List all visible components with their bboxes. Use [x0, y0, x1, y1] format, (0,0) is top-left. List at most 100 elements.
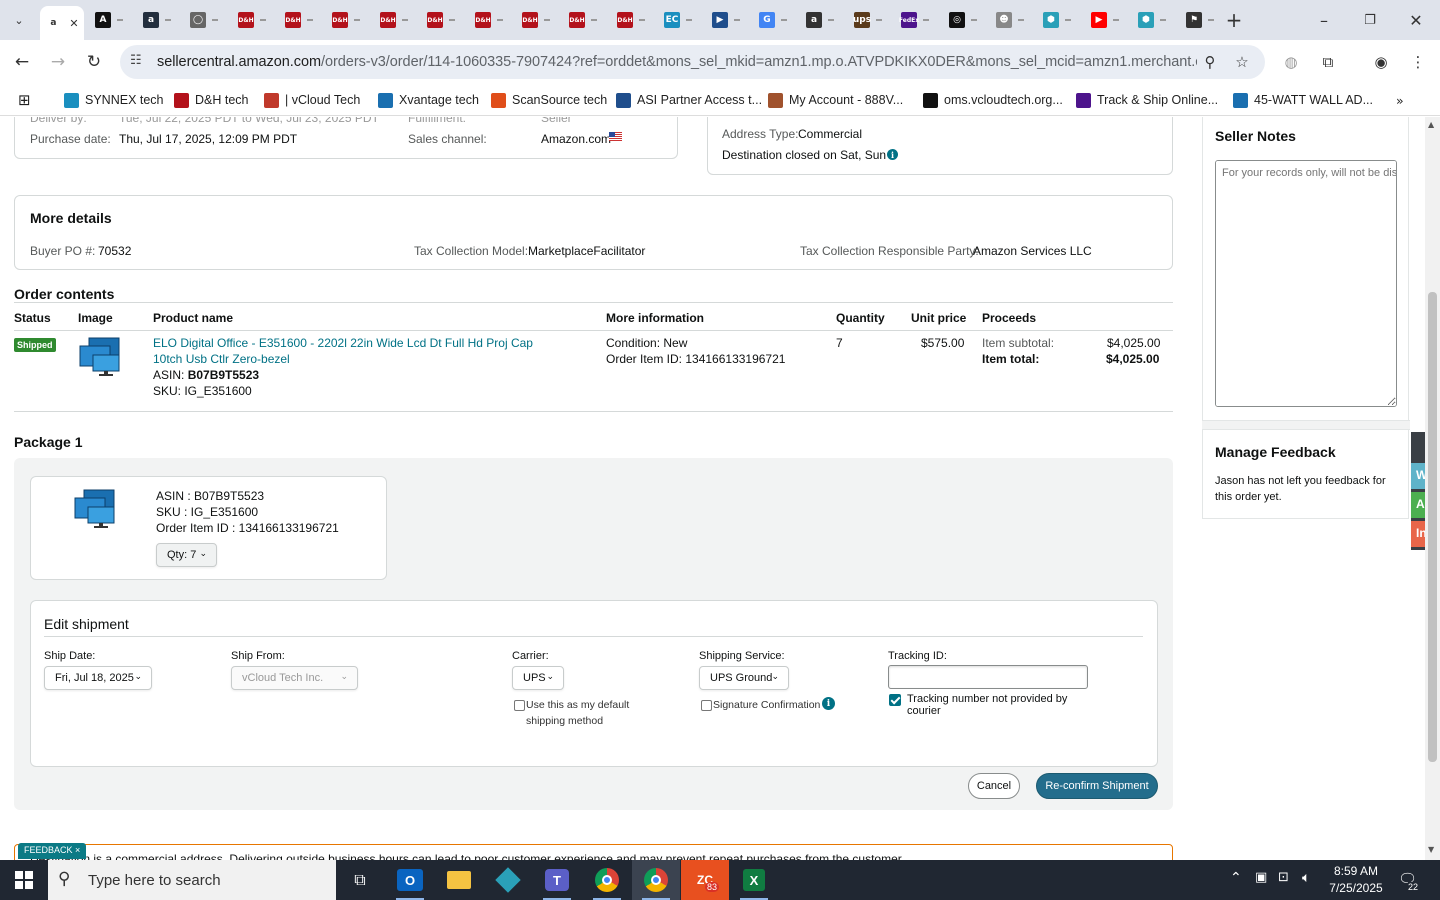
outlook-app[interactable]: O: [386, 860, 434, 900]
destination-closed-dropdown[interactable]: Destination closed on Sat, Sun ▼: [722, 148, 896, 162]
tracking-not-provided-checkbox[interactable]: [889, 694, 901, 706]
apps-grid-icon[interactable]: ⊞: [18, 91, 31, 109]
browser-tab[interactable]: D&H: [467, 6, 511, 34]
chrome-app[interactable]: [583, 860, 631, 900]
browser-tab[interactable]: G: [751, 6, 795, 34]
shipping-service-dropdown[interactable]: UPS Ground ⌄: [699, 666, 789, 690]
forward-icon[interactable]: →: [46, 50, 70, 74]
browser-tab[interactable]: EC: [656, 6, 700, 34]
scroll-down-icon[interactable]: ▼: [1428, 845, 1434, 854]
browser-tab[interactable]: D&H: [230, 6, 274, 34]
seller-notes-textarea[interactable]: [1215, 160, 1397, 407]
page-scrollbar[interactable]: ▲ ▼: [1425, 117, 1440, 860]
ship-date-dropdown[interactable]: Fri, Jul 18, 2025 ⌄: [44, 666, 152, 690]
info-icon[interactable]: i: [887, 149, 898, 160]
bookmark-item[interactable]: Xvantage tech: [378, 91, 479, 109]
default-shipping-checkbox[interactable]: [514, 700, 525, 711]
restore-icon[interactable]: ❐: [1358, 8, 1382, 32]
browser-tab[interactable]: D&H: [609, 6, 653, 34]
ship-from-dropdown[interactable]: vCloud Tech Inc. ⌄: [231, 666, 358, 690]
browser-tab[interactable]: D&H: [419, 6, 463, 34]
bookmark-item[interactable]: 45-WATT WALL AD...: [1233, 91, 1373, 109]
browser-tab[interactable]: ⬢: [1035, 6, 1079, 34]
zoom-icon[interactable]: ⚲: [1200, 52, 1220, 72]
package-qty-dropdown[interactable]: Qty: 7 ⌄: [156, 543, 217, 567]
network-icon[interactable]: ⊡: [1278, 870, 1289, 885]
browser-tab[interactable]: ◯: [182, 6, 226, 34]
browser-tab[interactable]: D&H: [561, 6, 605, 34]
side-tab-we[interactable]: We: [1411, 463, 1425, 489]
bookmark-item[interactable]: D&H tech: [174, 91, 249, 109]
bookmark-item[interactable]: ScanSource tech: [491, 91, 607, 109]
side-tab-ac[interactable]: Ac: [1411, 492, 1425, 518]
more-bookmarks-icon[interactable]: »: [1396, 91, 1404, 109]
tracking-id-input[interactable]: [888, 665, 1088, 689]
translate-icon[interactable]: ◍: [1281, 52, 1301, 72]
file-explorer-app[interactable]: [435, 860, 483, 900]
extensions-icon[interactable]: ⧉: [1318, 52, 1338, 72]
item-subtotal-label: Item subtotal:: [982, 336, 1055, 350]
address-bar[interactable]: ☷ sellercentral.amazon.com/orders-v3/ord…: [120, 45, 1265, 79]
close-window-icon[interactable]: ✕: [1404, 8, 1428, 32]
bookmark-item[interactable]: SYNNEX tech: [64, 91, 164, 109]
task-view-button[interactable]: ⧉: [336, 860, 384, 900]
close-tab-icon[interactable]: ✕: [69, 17, 78, 30]
clock-date[interactable]: 7/25/2025: [1326, 881, 1386, 895]
minimize-icon[interactable]: –: [1312, 8, 1336, 32]
windows-start-button[interactable]: [0, 860, 48, 900]
bookmark-item[interactable]: oms.vcloudtech.org...: [923, 91, 1063, 109]
default-shipping-label: Use this as my default: [526, 699, 630, 711]
carrier-dropdown[interactable]: UPS ⌄: [512, 666, 564, 690]
feedback-tab[interactable]: FEEDBACK ×: [18, 843, 87, 859]
browser-tab[interactable]: D&H: [514, 6, 558, 34]
browser-tab[interactable]: ⚑: [1178, 6, 1222, 34]
browser-tab[interactable]: FedEx: [893, 6, 937, 34]
reconfirm-shipment-button[interactable]: Re-confirm Shipment: [1036, 773, 1158, 799]
browser-tab[interactable]: ▶: [1083, 6, 1127, 34]
bookmark-item[interactable]: ASI Partner Access t...: [616, 91, 762, 109]
product-name-link[interactable]: ELO Digital Office - E351600 - 2202l 22i…: [153, 336, 533, 350]
zoho-app[interactable]: ZC 83: [681, 860, 729, 900]
tray-device-icon[interactable]: ▣: [1255, 870, 1267, 885]
browser-tab[interactable]: a: [135, 6, 179, 34]
scrollbar-thumb[interactable]: [1428, 292, 1437, 762]
url-text[interactable]: sellercentral.amazon.com/orders-v3/order…: [157, 54, 1197, 70]
cancel-button[interactable]: Cancel: [968, 773, 1020, 799]
scroll-up-icon[interactable]: ▲: [1428, 120, 1434, 129]
taskbar-search-box[interactable]: ⚲ Type here to search: [48, 860, 336, 900]
browser-tab[interactable]: D&H: [277, 6, 321, 34]
info-icon[interactable]: i: [822, 697, 835, 710]
menu-icon[interactable]: ⋮: [1408, 52, 1428, 72]
teams-app[interactable]: T: [533, 860, 581, 900]
volume-icon[interactable]: 🔈︎: [1302, 870, 1310, 886]
bookmark-item[interactable]: My Account - 888V...: [768, 91, 903, 109]
browser-tab[interactable]: a ✕: [40, 6, 84, 40]
excel-app[interactable]: X: [730, 860, 778, 900]
browser-tab[interactable]: D&H: [372, 6, 416, 34]
browser-tab[interactable]: a: [798, 6, 842, 34]
chrome-app-active[interactable]: [632, 860, 680, 900]
reload-icon[interactable]: ↻: [82, 50, 106, 74]
side-tab-in[interactable]: In: [1411, 521, 1425, 547]
browser-tab[interactable]: D&H: [324, 6, 368, 34]
product-name-link-line2[interactable]: 10tch Usb Ctlr Zero-bezel: [153, 352, 290, 366]
bookmark-star-icon[interactable]: ☆: [1232, 52, 1252, 72]
browser-tab[interactable]: ▶: [704, 6, 748, 34]
app-diamond[interactable]: [484, 860, 532, 900]
browser-tab[interactable]: ups: [846, 6, 890, 34]
browser-tab[interactable]: A: [87, 6, 131, 34]
bookmark-item[interactable]: | vCloud Tech: [264, 91, 360, 109]
browser-tab[interactable]: ◎: [941, 6, 985, 34]
tab-search-button[interactable]: ⌄: [4, 6, 34, 34]
tray-chevron-icon[interactable]: ⌃: [1230, 870, 1242, 886]
signature-confirmation-checkbox[interactable]: [701, 700, 712, 711]
browser-tab[interactable]: ⬢: [1130, 6, 1174, 34]
browser-tab[interactable]: ☻: [988, 6, 1032, 34]
bookmark-item[interactable]: Track & Ship Online...: [1076, 91, 1218, 109]
back-icon[interactable]: ←: [10, 50, 34, 74]
profile-icon[interactable]: ◉: [1371, 52, 1391, 72]
product-image[interactable]: [79, 337, 121, 380]
site-info-icon[interactable]: ☷: [130, 53, 148, 71]
new-tab-icon[interactable]: +: [1222, 8, 1246, 32]
clock-time[interactable]: 8:59 AM: [1331, 864, 1381, 878]
